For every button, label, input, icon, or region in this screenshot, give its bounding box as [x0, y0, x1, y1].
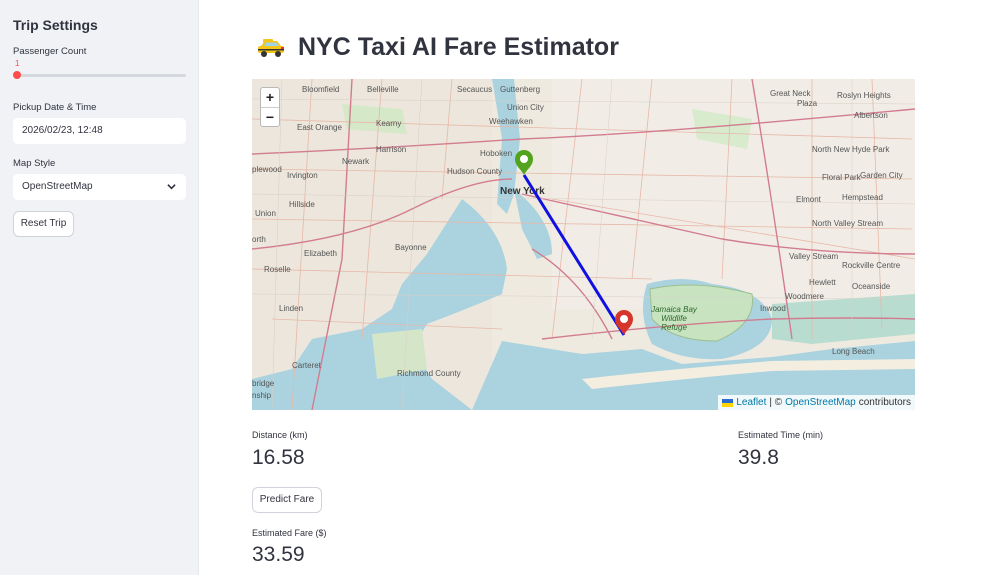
map[interactable]: Bloomfield Belleville Secaucus Union City Gu…	[252, 79, 915, 410]
taxi-icon	[258, 38, 284, 57]
page-title: NYC Taxi AI Fare Estimator	[256, 33, 619, 62]
pickup-datetime-label: Pickup Date & Time	[13, 102, 97, 113]
zoom-control: + −	[260, 87, 280, 127]
map-style-label: Map Style	[13, 158, 56, 169]
estimated-time-label: Estimated Time (min)	[738, 430, 824, 440]
leaflet-link[interactable]: Leaflet	[736, 397, 766, 408]
passenger-slider-thumb[interactable]	[13, 71, 21, 79]
passenger-count-label: Passenger Count	[13, 46, 87, 57]
passenger-count-slider[interactable]	[16, 74, 186, 77]
attribution-separator: | ©	[769, 397, 783, 408]
route-line	[522, 174, 626, 336]
map-style-selected: OpenStreetMap	[22, 181, 93, 192]
pickup-datetime-input[interactable]: 2026/02/23, 12:48	[13, 118, 186, 144]
estimated-time-value: 39.8	[738, 446, 779, 469]
distance-label: Distance (km)	[252, 430, 308, 440]
reset-trip-button[interactable]: Reset Trip	[13, 211, 74, 237]
estimated-fare-value: 33.59	[252, 543, 305, 566]
attribution-contributors: contributors	[858, 397, 911, 408]
estimated-fare-label: Estimated Fare ($)	[252, 528, 327, 538]
dropoff-marker-icon	[615, 310, 633, 335]
distance-value: 16.58	[252, 446, 305, 469]
ukraine-flag-icon	[722, 398, 734, 407]
map-attribution: Leaflet | © OpenStreetMap contributors	[718, 395, 915, 410]
zoom-in-button[interactable]: +	[261, 88, 279, 107]
pickup-marker-icon	[515, 150, 533, 175]
passenger-count-value: 1	[15, 59, 20, 68]
sidebar: Trip Settings Passenger Count 1 Pickup D…	[0, 0, 199, 575]
chevron-down-icon	[167, 184, 176, 190]
predict-fare-button[interactable]: Predict Fare	[252, 487, 322, 513]
zoom-out-button[interactable]: −	[261, 107, 279, 126]
route-overlay	[515, 150, 633, 336]
page-title-text: NYC Taxi AI Fare Estimator	[298, 33, 619, 61]
openstreetmap-link[interactable]: OpenStreetMap	[785, 397, 856, 408]
map-style-select[interactable]: OpenStreetMap	[13, 174, 186, 200]
sidebar-title: Trip Settings	[13, 17, 98, 33]
